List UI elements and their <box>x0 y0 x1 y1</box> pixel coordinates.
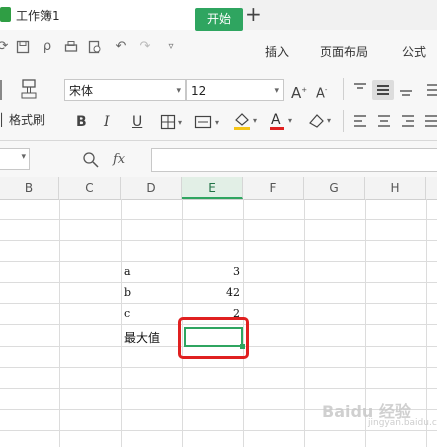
grid-line <box>0 282 437 283</box>
svg-text:▾: ▾ <box>253 116 257 125</box>
zoom-search-icon[interactable] <box>82 151 100 173</box>
column-header-h[interactable]: H <box>365 177 426 199</box>
chevron-down-icon: ▾ <box>21 152 26 162</box>
formula-input[interactable] <box>151 148 437 172</box>
spreadsheet-icon <box>0 7 11 22</box>
font-name-value: 宋体 <box>69 84 94 98</box>
column-header-g[interactable]: G <box>304 177 365 199</box>
format-painter-icon[interactable] <box>20 78 38 104</box>
align-right-icon[interactable] <box>400 112 416 134</box>
fill-color-icon[interactable]: ▾ <box>232 111 262 135</box>
cell-e-value-a[interactable]: 3 <box>182 265 240 278</box>
new-tab-button[interactable]: + <box>245 3 262 25</box>
svg-text:▾: ▾ <box>288 116 292 125</box>
grid-line <box>0 261 437 262</box>
font-size-select[interactable]: 12 ▾ <box>186 79 284 101</box>
print-icon[interactable] <box>64 40 78 54</box>
column-header-c[interactable]: C <box>59 177 121 199</box>
increase-font-icon[interactable]: A+ <box>291 81 307 102</box>
baidu-watermark-url: jingyan.baidu.com <box>368 418 437 428</box>
italic-button[interactable]: I <box>104 113 110 131</box>
open-icon[interactable]: ⟳ <box>0 40 10 54</box>
document-title: 工作簿1 <box>16 9 60 23</box>
cell-d-label-a[interactable]: a <box>124 265 131 278</box>
grid-line <box>0 388 437 389</box>
export-pdf-icon[interactable]: ρ <box>40 40 54 54</box>
tab-start[interactable]: 开始 <box>195 8 243 31</box>
font-color-icon[interactable]: A ▾ <box>268 111 298 135</box>
undo-icon[interactable]: ↶ <box>114 40 128 54</box>
save-icon[interactable] <box>16 40 30 54</box>
name-box[interactable]: ▾ <box>0 148 30 170</box>
svg-text:▾: ▾ <box>215 118 219 127</box>
underline-button[interactable]: U <box>132 113 142 131</box>
column-headers: B C D E F G H <box>0 177 437 200</box>
justify-icon[interactable] <box>424 112 437 134</box>
grid-line <box>0 367 437 368</box>
column-header-f[interactable]: F <box>243 177 304 199</box>
print-preview-icon[interactable] <box>88 40 102 54</box>
clear-format-icon[interactable]: ▾ <box>306 111 336 135</box>
grid-line <box>0 240 437 241</box>
merge-cells-icon[interactable]: ▾ <box>194 114 224 134</box>
svg-text:A: A <box>271 112 281 128</box>
ribbon-edge-marker <box>0 80 2 100</box>
decrease-font-icon[interactable]: A- <box>316 81 327 103</box>
bold-button[interactable]: B <box>76 113 87 131</box>
column-header-d[interactable]: D <box>121 177 182 199</box>
chevron-down-icon: ▾ <box>176 86 181 96</box>
align-bottom-icon[interactable] <box>398 80 414 104</box>
borders-icon[interactable]: ▾ <box>160 114 186 134</box>
font-name-select[interactable]: 宋体 ▾ <box>64 79 186 101</box>
column-header-b[interactable]: B <box>0 177 59 199</box>
tab-formula[interactable]: 公式 <box>402 43 426 60</box>
format-painter-button[interactable]: │ 格式刷 <box>0 111 45 128</box>
customize-toolbar-icon[interactable]: ▿ <box>164 40 178 54</box>
tab-insert[interactable]: 插入 <box>265 43 289 60</box>
redo-icon[interactable]: ↷ <box>138 40 152 54</box>
cell-e-value-b[interactable]: 42 <box>182 286 240 299</box>
format-painter-label: 格式刷 <box>9 113 46 127</box>
svg-text:▾: ▾ <box>327 116 331 125</box>
chevron-down-icon: ▾ <box>274 86 279 96</box>
svg-text:▾: ▾ <box>178 118 182 127</box>
cell-d-label-max[interactable]: 最大值 <box>124 329 160 346</box>
align-top-icon[interactable] <box>352 80 368 104</box>
align-middle-button[interactable] <box>372 80 394 100</box>
cell-d-label-b[interactable]: b <box>124 286 131 299</box>
ribbon-divider <box>343 78 344 100</box>
font-size-value: 12 <box>191 84 207 98</box>
column-header-e[interactable]: E <box>182 177 243 199</box>
insert-function-button[interactable]: fx <box>113 152 125 167</box>
align-center-icon[interactable] <box>376 112 392 134</box>
grid-line <box>0 430 437 431</box>
highlight-annotation <box>178 317 249 359</box>
grid-line <box>0 303 437 304</box>
grid-line <box>0 219 437 220</box>
ribbon-divider <box>343 110 344 132</box>
align-left-icon[interactable] <box>352 112 368 134</box>
cell-d-label-c[interactable]: c <box>124 307 130 320</box>
tab-page-layout[interactable]: 页面布局 <box>320 43 368 60</box>
wrap-text-icon[interactable] <box>425 80 437 104</box>
